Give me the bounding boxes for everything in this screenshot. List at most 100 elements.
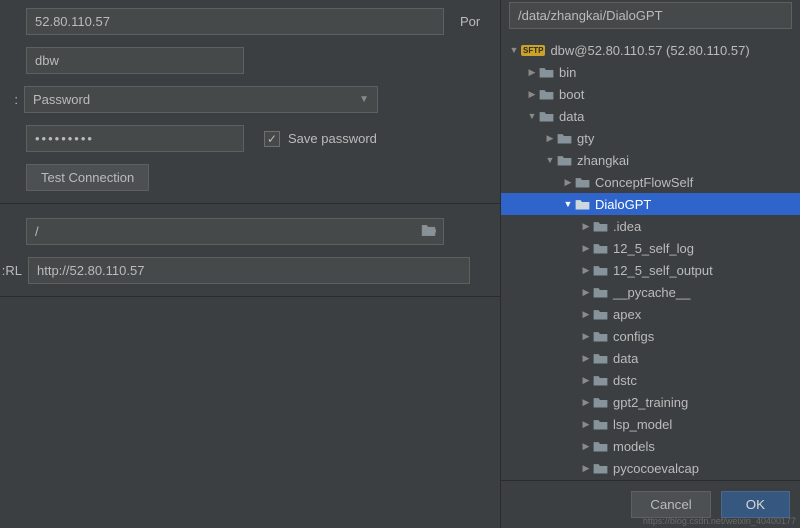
tree-root[interactable]: ▼SFTP dbw@52.80.110.57 (52.80.110.57) <box>501 39 800 61</box>
folder-icon <box>593 418 608 431</box>
folder-icon <box>593 220 608 233</box>
tree-label: dstc <box>613 373 637 388</box>
tree-pycache[interactable]: ▶ __pycache__ <box>501 281 800 303</box>
folder-icon <box>593 330 608 343</box>
sftp-icon: SFTP <box>521 45 545 56</box>
watermark: https://blog.csdn.net/weixin_40400177 <box>643 516 796 526</box>
folder-icon <box>593 440 608 453</box>
save-password-checkbox[interactable]: ✓ Save password <box>264 131 377 147</box>
chevron-right-icon[interactable]: ▶ <box>527 89 537 100</box>
chevron-down-icon[interactable]: ▼ <box>509 45 519 55</box>
tree-gpt2-training[interactable]: ▶ gpt2_training <box>501 391 800 413</box>
tree-12-5-self-log[interactable]: ▶ 12_5_self_log <box>501 237 800 259</box>
url-label: RL: <box>2 263 28 278</box>
root-path-input[interactable] <box>26 218 444 245</box>
folder-icon <box>539 66 554 79</box>
chevron-right-icon[interactable]: ▶ <box>581 309 591 320</box>
tree-label: dbw@52.80.110.57 (52.80.110.57) <box>550 43 749 58</box>
username-input[interactable] <box>26 47 244 74</box>
tree-dialogpt[interactable]: ▼ DialoGPT <box>501 193 800 215</box>
folder-icon <box>539 88 554 101</box>
folder-icon <box>557 154 572 167</box>
remote-browser-panel: /data/zhangkai/DialoGPT ▼SFTPdbw@52.80.1… <box>500 0 800 528</box>
tree-models[interactable]: ▶ models <box>501 435 800 457</box>
tree-data-inner[interactable]: ▶data <box>501 347 800 369</box>
chevron-right-icon[interactable]: ▶ <box>581 441 591 452</box>
check-icon: ✓ <box>264 131 280 147</box>
tree-label: models <box>613 439 655 454</box>
folder-icon <box>557 132 572 145</box>
chevron-right-icon[interactable]: ▶ <box>581 419 591 430</box>
folder-icon <box>593 286 608 299</box>
folder-icon <box>593 352 608 365</box>
test-connection-button[interactable]: Test Connection <box>26 164 149 191</box>
chevron-right-icon[interactable]: ▶ <box>581 353 591 364</box>
tree-gty[interactable]: ▶ gty <box>501 127 800 149</box>
save-password-label: Save password <box>288 131 377 146</box>
tree-label: zhangkai <box>577 153 629 168</box>
folder-icon <box>593 242 608 255</box>
chevron-down-icon: ▼ <box>359 94 369 105</box>
auth-type-select[interactable]: Password ▼ <box>24 86 378 113</box>
divider <box>0 203 500 204</box>
host-input[interactable] <box>26 8 444 35</box>
folder-icon <box>575 176 590 189</box>
tree-lsp-model[interactable]: ▶ lsp_model <box>501 413 800 435</box>
tree-configs[interactable]: ▶configs <box>501 325 800 347</box>
tree-dstc[interactable]: ▶ dstc <box>501 369 800 391</box>
chevron-right-icon[interactable]: ▶ <box>581 463 591 474</box>
tree-label: gty <box>577 131 594 146</box>
port-label: Por <box>460 14 480 29</box>
chevron-right-icon[interactable]: ▶ <box>581 287 591 298</box>
cancel-button[interactable]: Cancel <box>631 491 711 518</box>
password-input[interactable] <box>26 125 244 152</box>
tree-label: apex <box>613 307 641 322</box>
folder-icon <box>539 110 554 123</box>
chevron-right-icon[interactable]: ▶ <box>581 397 591 408</box>
auth-type-value: Password <box>33 92 90 107</box>
tree-zhangkai[interactable]: ▼ zhangkai <box>501 149 800 171</box>
chevron-right-icon[interactable]: ▶ <box>581 265 591 276</box>
tree-label: .idea <box>613 219 641 234</box>
tree-label: gpt2_training <box>613 395 688 410</box>
tree-idea[interactable]: ▶ .idea <box>501 215 800 237</box>
folder-icon <box>593 374 608 387</box>
tree-boot[interactable]: ▶boot <box>501 83 800 105</box>
chevron-right-icon[interactable]: ▶ <box>581 375 591 386</box>
tree-bin[interactable]: ▶ bin <box>501 61 800 83</box>
tree-label: ConceptFlowSelf <box>595 175 693 190</box>
tree-conceptflowself[interactable]: ▶ ConceptFlowSelf <box>501 171 800 193</box>
chevron-right-icon[interactable]: ▶ <box>563 177 573 188</box>
tree-apex[interactable]: ▶ apex <box>501 303 800 325</box>
connection-form: Por : Password ▼ ✓ Save password Test Co… <box>0 0 500 528</box>
folder-icon <box>593 264 608 277</box>
chevron-right-icon[interactable]: ▶ <box>581 221 591 232</box>
chevron-down-icon[interactable]: ▼ <box>527 111 537 121</box>
ok-button[interactable]: OK <box>721 491 790 518</box>
folder-icon <box>593 462 608 475</box>
tree-label: data <box>559 109 584 124</box>
chevron-right-icon[interactable]: ▶ <box>527 67 537 78</box>
tree-12-5-self-output[interactable]: ▶12_5_self_output <box>501 259 800 281</box>
chevron-down-icon[interactable]: ▼ <box>563 199 573 209</box>
chevron-right-icon[interactable]: ▶ <box>581 331 591 342</box>
divider-2 <box>0 296 500 297</box>
remote-tree[interactable]: ▼SFTPdbw@52.80.110.57 (52.80.110.57)▶bin… <box>501 37 800 480</box>
folder-icon <box>593 396 608 409</box>
remote-path-input[interactable]: /data/zhangkai/DialoGPT <box>509 2 792 29</box>
chevron-down-icon[interactable]: ▼ <box>545 155 555 165</box>
tree-label: __pycache__ <box>613 285 690 300</box>
tree-label: bin <box>559 65 576 80</box>
chevron-right-icon[interactable]: ▶ <box>581 243 591 254</box>
auth-label: : <box>0 92 24 107</box>
folder-open-icon[interactable] <box>421 224 436 240</box>
chevron-right-icon[interactable]: ▶ <box>545 133 555 144</box>
tree-pycocoevalcap[interactable]: ▶pycocoevalcap <box>501 457 800 479</box>
tree-label: DialoGPT <box>595 197 651 212</box>
tree-label: 12_5_self_log <box>613 241 694 256</box>
folder-icon <box>593 308 608 321</box>
tree-data[interactable]: ▼ data <box>501 105 800 127</box>
tree-label: lsp_model <box>613 417 672 432</box>
folder-icon <box>575 198 590 211</box>
web-url-input[interactable] <box>28 257 470 284</box>
